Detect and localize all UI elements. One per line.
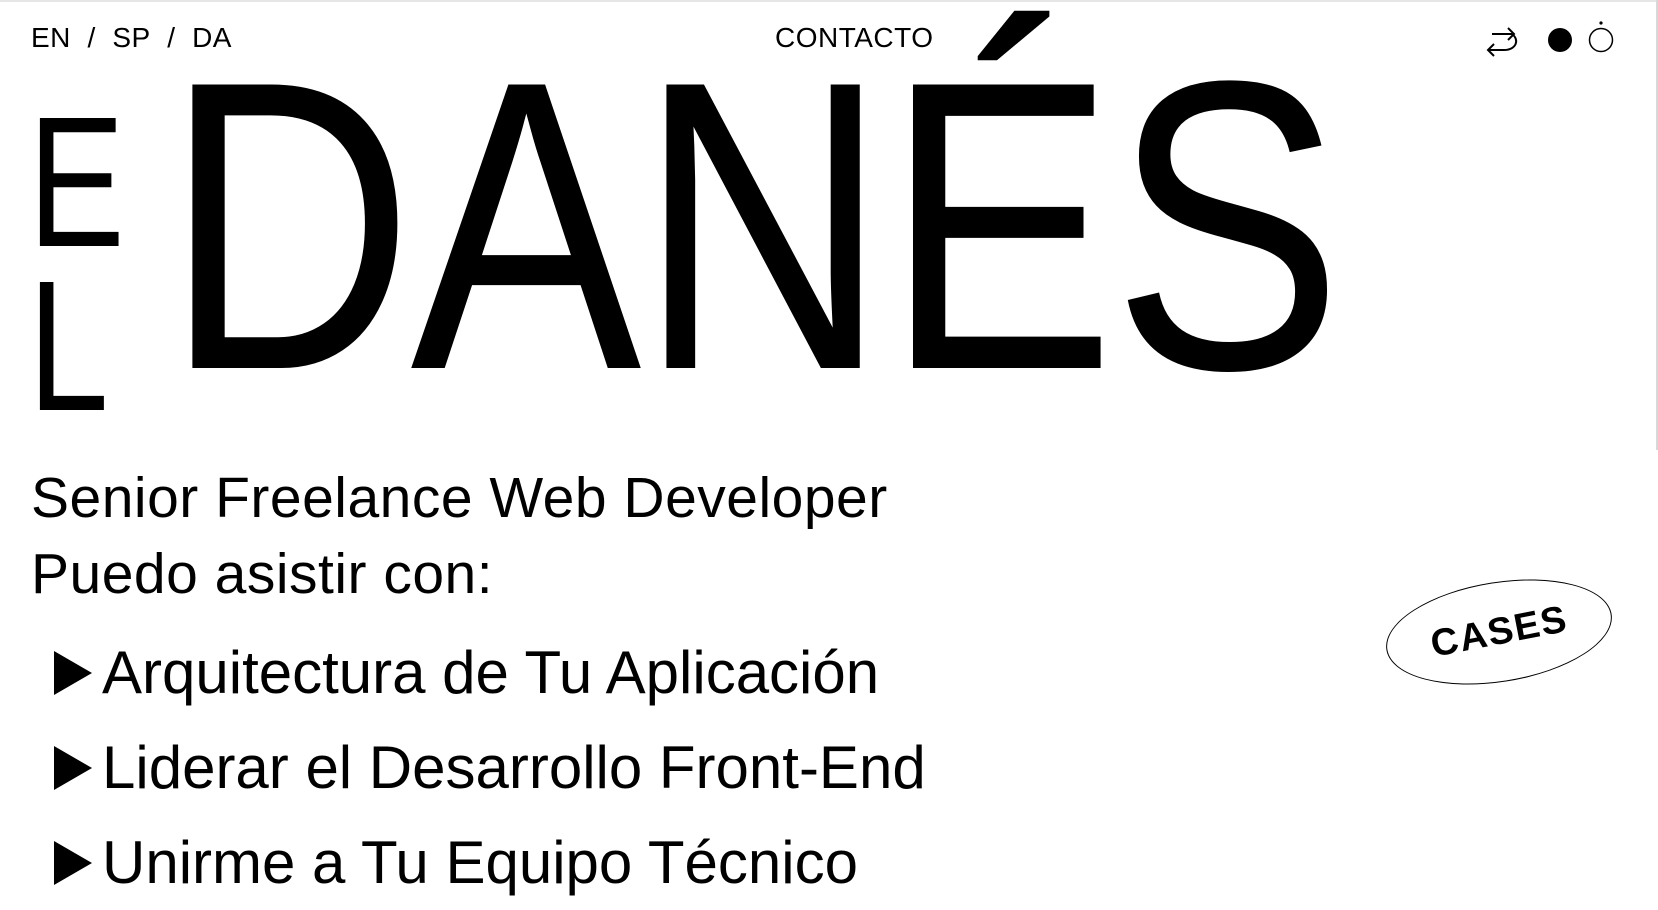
service-item[interactable]: Unirme a Tu Equipo Técnico bbox=[54, 815, 926, 910]
service-label: Liderar el Desarrollo Front-End bbox=[102, 734, 926, 801]
header-icons bbox=[1482, 20, 1642, 64]
lang-sp-link[interactable]: SP bbox=[112, 22, 150, 54]
role-title: Senior Freelance Web Developer bbox=[31, 466, 888, 530]
dark-mode-dot-icon[interactable] bbox=[1546, 26, 1574, 54]
service-item[interactable]: Liderar el Desarrollo Front-End bbox=[54, 720, 926, 815]
triangle-bullet-icon bbox=[54, 840, 92, 885]
lang-en-link[interactable]: EN bbox=[31, 22, 71, 54]
light-mode-dot-icon[interactable] bbox=[1586, 20, 1616, 56]
triangle-bullet-icon bbox=[54, 745, 92, 790]
hero-title: DANÉS bbox=[164, 0, 1343, 456]
cases-label: CASES bbox=[1426, 597, 1571, 666]
service-label: Arquitectura de Tu Aplicación bbox=[102, 639, 880, 706]
assist-label: Puedo asistir con: bbox=[31, 542, 494, 606]
return-arrow-icon[interactable] bbox=[1482, 24, 1520, 64]
triangle-bullet-icon bbox=[54, 650, 92, 695]
cases-button[interactable]: CASES bbox=[1378, 564, 1620, 700]
lang-separator: / bbox=[87, 22, 96, 53]
intro-text: Senior Freelance Web Developer Puedo asi… bbox=[31, 460, 888, 612]
service-item[interactable]: Arquitectura de Tu Aplicación bbox=[54, 625, 926, 720]
side-letter-l: L bbox=[28, 243, 109, 450]
services-list: Arquitectura de Tu Aplicación Liderar el… bbox=[54, 625, 926, 910]
service-label: Unirme a Tu Equipo Técnico bbox=[102, 829, 858, 896]
